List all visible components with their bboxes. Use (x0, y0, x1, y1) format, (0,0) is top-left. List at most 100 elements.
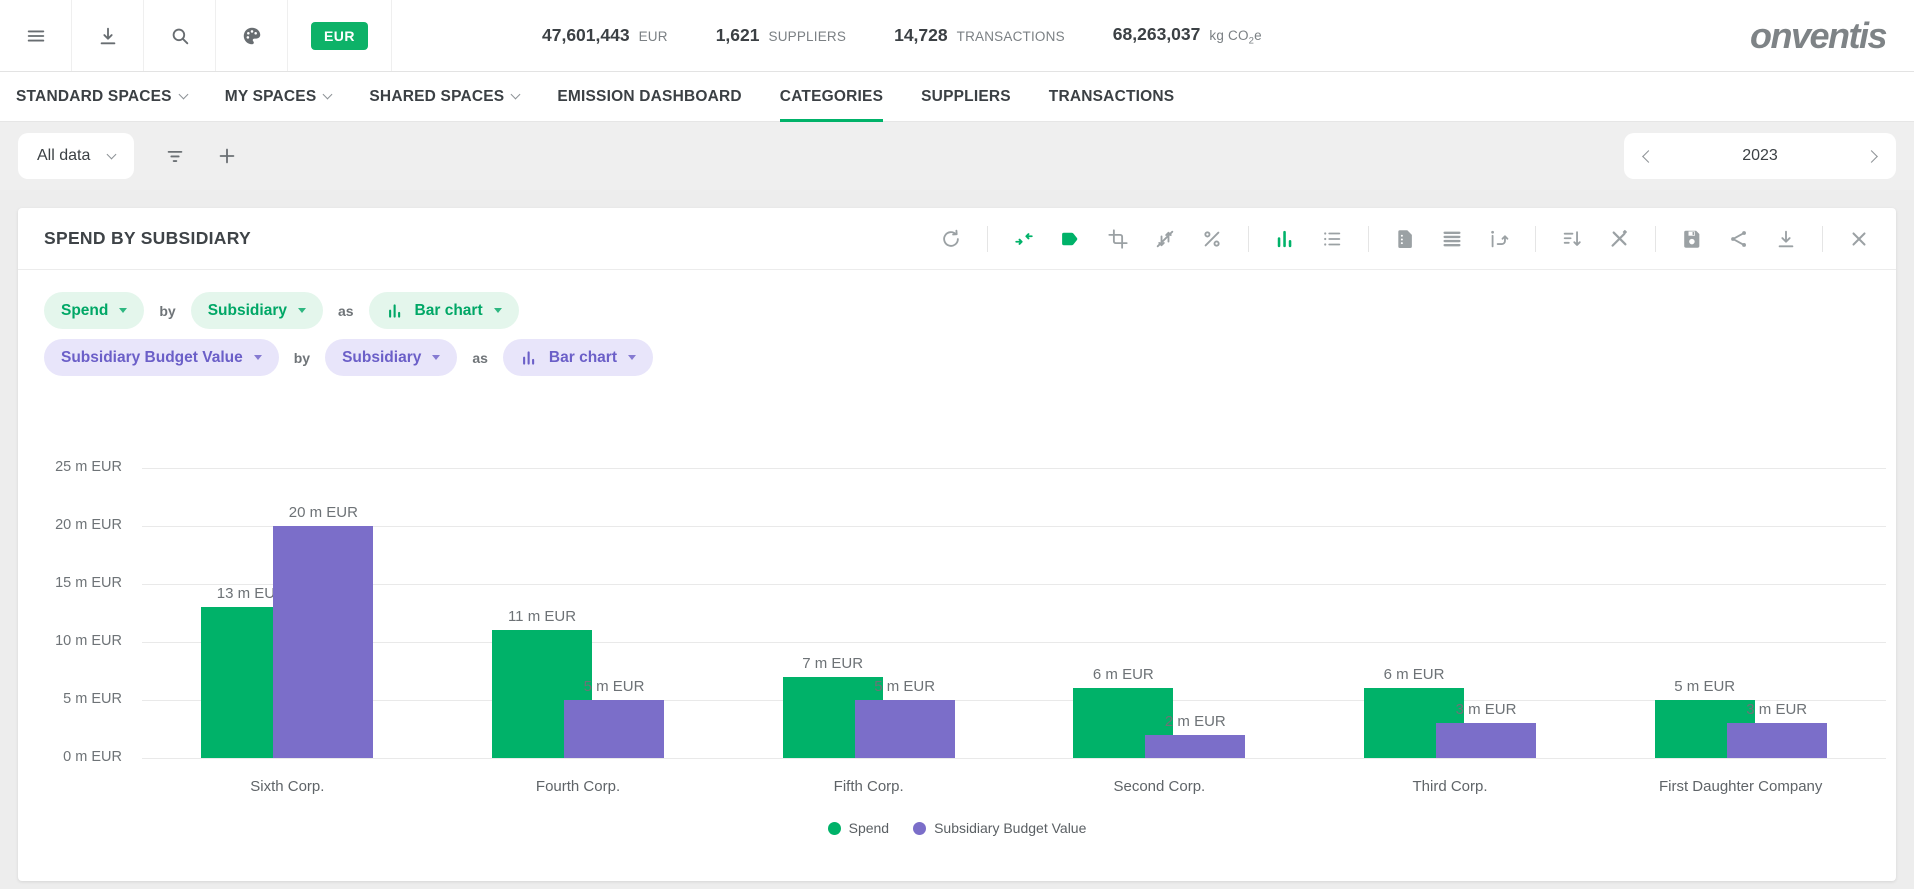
pivot-button[interactable] (1488, 228, 1510, 250)
stat-label: EUR (639, 29, 668, 44)
nav-tab-emission-dashboard[interactable]: EMISSION DASHBOARD (557, 72, 741, 121)
palette-button[interactable] (216, 0, 288, 71)
stat-value: 14,728 (894, 25, 948, 46)
bar-subsidiary-budget-value[interactable] (1145, 735, 1245, 758)
share-button[interactable] (1728, 228, 1750, 250)
query-pill-rows: Spend by Subsidiary as Bar chart Subsidi… (18, 270, 1896, 376)
chart-type-label: Bar chart (415, 302, 483, 320)
bar-subsidiary-budget-value[interactable] (855, 700, 955, 758)
add-filter-button[interactable] (216, 145, 238, 167)
chevron-down-icon (511, 90, 521, 100)
chevron-down-icon (107, 149, 117, 159)
dropdown-arrow-icon (432, 355, 440, 360)
app-header: EUR 47,601,443EUR 1,621SUPPLIERS 14,728T… (0, 0, 1914, 72)
sort-desc-icon (1561, 228, 1583, 250)
tag-button[interactable] (1060, 228, 1082, 250)
data-scope-dropdown[interactable]: All data (18, 133, 134, 179)
bar-value-label: 3 m EUR (1406, 701, 1566, 718)
year-label: 2023 (1742, 147, 1778, 165)
x-axis-label: First Daughter Company (1595, 778, 1886, 795)
measure-dropdown[interactable]: Spend (44, 292, 144, 329)
nav-tab-shared-spaces[interactable]: SHARED SPACES (369, 72, 519, 121)
search-button[interactable] (144, 0, 216, 71)
legend-item[interactable]: Subsidiary Budget Value (913, 820, 1086, 836)
chart-type-dropdown[interactable]: Bar chart (503, 339, 653, 376)
nav-tab-my-spaces[interactable]: MY SPACES (225, 72, 332, 121)
measure-dropdown[interactable]: Subsidiary Budget Value (44, 339, 279, 376)
refresh-icon (940, 228, 962, 250)
sort-off-button[interactable] (1154, 228, 1176, 250)
filter-button[interactable] (164, 145, 186, 167)
refresh-button[interactable] (940, 228, 962, 250)
close-button[interactable] (1848, 228, 1870, 250)
header-stat-1: 1,621SUPPLIERS (716, 25, 846, 46)
conjunction-as: as (472, 350, 488, 366)
x-axis-label: Fourth Corp. (433, 778, 724, 795)
bar-subsidiary-budget-value[interactable] (564, 700, 664, 758)
nav-tab-label: CATEGORIES (780, 88, 883, 106)
y-axis-label: 25 m EUR (30, 459, 122, 475)
legend-item[interactable]: Spend (828, 820, 889, 836)
bar-group: 13 m EUR 20 m EUR (142, 468, 433, 758)
nav-tab-label: STANDARD SPACES (16, 88, 172, 106)
bar-subsidiary-budget-value[interactable] (1436, 723, 1536, 758)
bar-value-label: 20 m EUR (243, 504, 403, 521)
y-axis-label: 20 m EUR (30, 517, 122, 533)
percent-icon (1201, 228, 1223, 250)
merge-arrows-button[interactable] (1013, 228, 1035, 250)
bar-value-label: 5 m EUR (1625, 678, 1785, 695)
query-pill-row-1: Subsidiary Budget Value by Subsidiary as… (44, 339, 1870, 376)
previous-year-button[interactable] (1642, 150, 1655, 163)
bar-subsidiary-budget-value[interactable] (273, 526, 373, 758)
download-button[interactable] (1775, 228, 1797, 250)
download-button[interactable] (72, 0, 144, 71)
nav-tab-standard-spaces[interactable]: STANDARD SPACES (16, 72, 187, 121)
sort-desc-button[interactable] (1561, 228, 1583, 250)
nav-tab-transactions[interactable]: TRANSACTIONS (1049, 72, 1175, 121)
dropdown-arrow-icon (628, 355, 636, 360)
percent-button[interactable] (1201, 228, 1223, 250)
menu-button[interactable] (0, 0, 72, 71)
x-axis-labels: Sixth Corp.Fourth Corp.Fifth Corp.Second… (142, 778, 1886, 795)
nav-tab-suppliers[interactable]: SUPPLIERS (921, 72, 1011, 121)
chart-legend: Spend Subsidiary Budget Value (18, 820, 1896, 836)
tools-button[interactable] (1608, 228, 1630, 250)
list-button[interactable] (1321, 228, 1343, 250)
bar-chart-button[interactable] (1274, 228, 1296, 250)
nav-tab-label: EMISSION DASHBOARD (557, 88, 741, 106)
legend-dot-icon (913, 822, 926, 835)
bar-value-label: 2 m EUR (1115, 713, 1275, 730)
conjunction-by: by (294, 350, 310, 366)
bar-group: 7 m EUR 5 m EUR (723, 468, 1014, 758)
header-stat-0: 47,601,443 EUR (542, 25, 668, 46)
dropdown-arrow-icon (119, 308, 127, 313)
merge-arrows-icon (1013, 228, 1035, 250)
sort-off-icon (1154, 228, 1176, 250)
dimension-dropdown[interactable]: Subsidiary (191, 292, 323, 329)
bar-group: 6 m EUR 3 m EUR (1305, 468, 1596, 758)
dimension-dropdown[interactable]: Subsidiary (325, 339, 457, 376)
chevron-down-icon (178, 90, 188, 100)
measure-label: Subsidiary Budget Value (61, 349, 243, 367)
report-button[interactable] (1394, 228, 1416, 250)
close-icon (1848, 228, 1870, 250)
nav-tab-categories[interactable]: CATEGORIES (780, 72, 883, 121)
chart-type-dropdown[interactable]: Bar chart (369, 292, 519, 329)
bar-value-label: 11 m EUR (462, 608, 622, 625)
next-year-button[interactable] (1865, 150, 1878, 163)
save-button[interactable] (1681, 228, 1703, 250)
stat-value: 68,263,037 (1113, 24, 1201, 45)
stat-value: 47,601,443 (542, 25, 630, 46)
plus-icon (216, 145, 238, 167)
spend-by-subsidiary-card: SPEND BY SUBSIDIARY Spend by Subsidiary … (18, 208, 1896, 881)
x-axis-label: Third Corp. (1305, 778, 1596, 795)
bar-subsidiary-budget-value[interactable] (1727, 723, 1827, 758)
legend-dot-icon (828, 822, 841, 835)
currency-selector[interactable]: EUR (288, 0, 392, 71)
table-rows-button[interactable] (1441, 228, 1463, 250)
crop-button[interactable] (1107, 228, 1129, 250)
tools-icon (1608, 228, 1630, 250)
legend-label: Subsidiary Budget Value (934, 820, 1086, 836)
toolbar-divider (1368, 226, 1369, 252)
dimension-label: Subsidiary (208, 302, 287, 320)
